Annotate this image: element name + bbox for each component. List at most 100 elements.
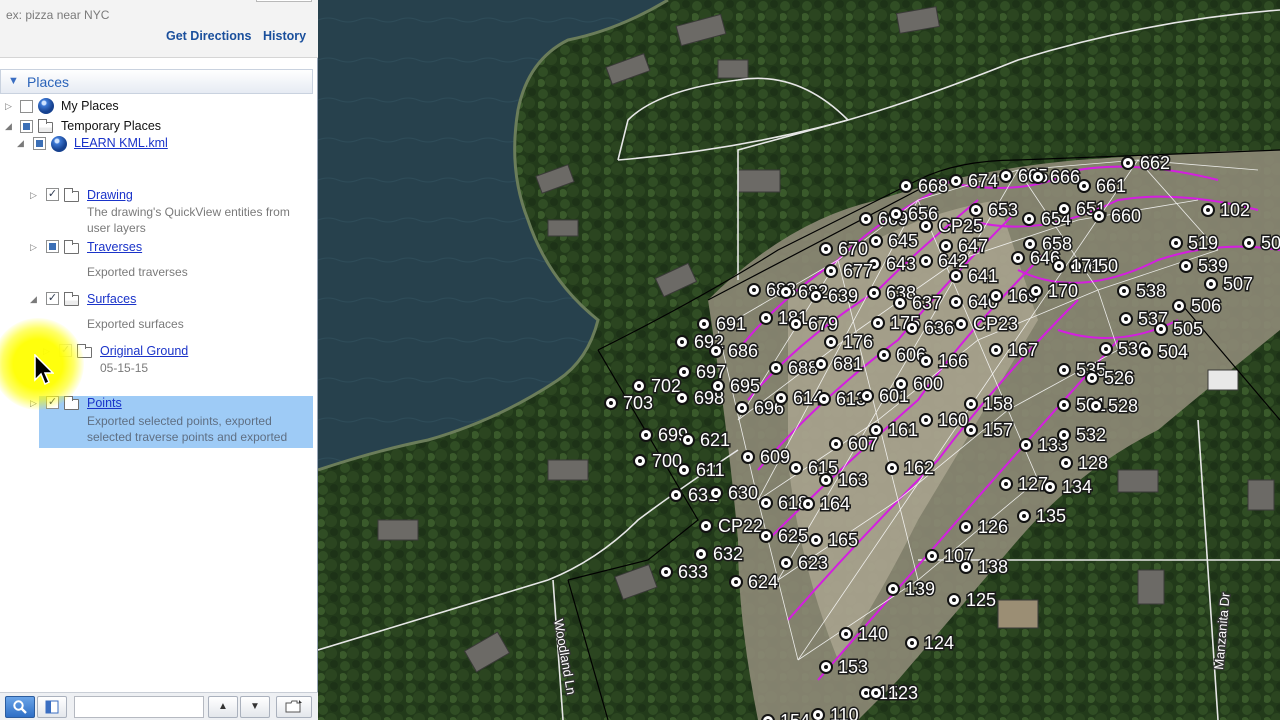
tree-item-label[interactable]: LEARN KML.kml [74, 136, 168, 150]
survey-point-dot [954, 300, 958, 304]
places-header[interactable]: ▼ Places [0, 69, 313, 94]
collapse-arrow-icon[interactable]: ◢ [17, 138, 24, 149]
survey-point-dot [794, 322, 798, 326]
survey-point-label: 166 [938, 351, 968, 371]
survey-point-dot [874, 691, 878, 695]
survey-point-dot [1064, 461, 1068, 465]
survey-point-dot [829, 340, 833, 344]
survey-point-dot [1082, 184, 1086, 188]
survey-point-dot [1062, 368, 1066, 372]
expand-arrow-icon[interactable]: ▷ [30, 398, 37, 409]
collapse-arrow-icon[interactable]: ▼ [8, 75, 19, 87]
tree-item-label[interactable]: Original Ground [100, 344, 188, 358]
tree-item-points[interactable]: ▷ ✓ Points [0, 395, 313, 413]
checkbox[interactable]: ✓ [59, 344, 72, 357]
checkbox[interactable]: ✓ [46, 188, 59, 201]
survey-point-dot [1122, 289, 1126, 293]
survey-point-label: 102 [1220, 200, 1250, 220]
expand-arrow-icon[interactable]: ▷ [30, 190, 37, 201]
tree-item-my-places[interactable]: ▷ My Places [0, 98, 313, 116]
survey-point-dot [680, 340, 684, 344]
tree-item-description: Exported traverses [87, 265, 188, 279]
survey-point-label: 126 [978, 517, 1008, 537]
checkbox[interactable]: ✓ [46, 396, 59, 409]
history-link[interactable]: History [263, 29, 306, 43]
survey-point-dot [898, 301, 902, 305]
survey-point-dot [864, 217, 868, 221]
survey-point-dot [959, 322, 963, 326]
move-down-button[interactable]: ▼ [240, 696, 270, 718]
survey-point-dot [1174, 241, 1178, 245]
get-directions-link[interactable]: Get Directions [166, 29, 251, 43]
survey-point-label: 162 [904, 458, 934, 478]
tree-item-label[interactable]: Surfaces [87, 292, 136, 306]
survey-point-dot [1027, 217, 1031, 221]
tree-item-traverses[interactable]: ▷ Traverses [0, 239, 313, 257]
search-hint[interactable]: ex: pizza near NYC [6, 8, 109, 22]
mouse-cursor-icon [34, 354, 54, 386]
checkbox[interactable] [33, 137, 46, 150]
survey-point-dot [1097, 214, 1101, 218]
collapse-arrow-icon[interactable]: ◢ [30, 294, 37, 305]
expand-arrow-icon[interactable]: ▷ [30, 242, 37, 253]
search-mode-button[interactable] [5, 696, 35, 718]
checkbox[interactable]: ✓ [46, 292, 59, 305]
tree-item-label[interactable]: Traverses [87, 240, 142, 254]
survey-point-label: 697 [696, 362, 726, 382]
expand-arrow-icon[interactable]: ▷ [5, 101, 12, 112]
survey-point-dot [964, 565, 968, 569]
checkbox[interactable] [20, 120, 33, 133]
survey-point-dot [1022, 514, 1026, 518]
survey-point-dot [1090, 376, 1094, 380]
survey-point-label: 643 [886, 254, 916, 274]
bottom-search-input[interactable] [74, 696, 204, 718]
checkbox[interactable] [46, 240, 59, 253]
survey-point-label: 636 [924, 318, 954, 338]
survey-point-label: 532 [1076, 425, 1106, 445]
survey-point-dot [702, 322, 706, 326]
survey-point-dot [891, 587, 895, 591]
satellite-map[interactable]: Woodland Ln Manzanita Dr 662 674 668 666… [318, 0, 1280, 720]
survey-point-dot [844, 632, 848, 636]
survey-point-label: 528 [1108, 396, 1138, 416]
tree-item-learn-kml[interactable]: ◢ LEARN KML.kml [0, 135, 313, 153]
survey-point-label: 539 [1198, 256, 1228, 276]
survey-point-label: 123 [888, 683, 918, 703]
survey-point-label: 135 [1036, 506, 1066, 526]
survey-point-dot [1057, 264, 1061, 268]
map-canvas[interactable]: Woodland Ln Manzanita Dr 662674668 666 6… [318, 0, 1280, 720]
sidebar-panel: ex: pizza near NYC Get Directions Histor… [0, 0, 318, 720]
survey-point-dot [816, 713, 820, 717]
survey-point-label: 139 [905, 579, 935, 599]
survey-point-dot [924, 224, 928, 228]
survey-point-dot [876, 321, 880, 325]
toggle-panel-button[interactable] [37, 696, 67, 718]
open-folder-icon [38, 119, 53, 133]
tree-item-label[interactable]: Drawing [87, 188, 133, 202]
survey-point-label: 666 [1050, 167, 1080, 187]
survey-point-label: CP23 [973, 314, 1018, 334]
move-up-button[interactable]: ▲ [208, 696, 238, 718]
checkbox[interactable] [20, 100, 33, 113]
survey-point-dot [764, 316, 768, 320]
tree-item-label[interactable]: Points [87, 396, 122, 410]
survey-point-dot [637, 384, 641, 388]
survey-point-label: 624 [748, 572, 778, 592]
tree-item-drawing[interactable]: ▷ ✓ Drawing [0, 187, 313, 205]
search-button-edge[interactable] [256, 0, 312, 2]
survey-point-label: 140 [858, 624, 888, 644]
survey-point-dot [1209, 282, 1213, 286]
survey-point-dot [824, 665, 828, 669]
survey-point-dot [1124, 317, 1128, 321]
folder-icon [285, 700, 302, 713]
survey-point-label: 625 [778, 526, 808, 546]
collapse-arrow-icon[interactable]: ◢ [5, 121, 12, 132]
add-folder-button[interactable] [276, 696, 312, 718]
survey-point-dot [954, 179, 958, 183]
survey-point-dot [609, 401, 613, 405]
survey-point-dot [734, 580, 738, 584]
survey-point-dot [994, 348, 998, 352]
panel-icon [45, 700, 59, 714]
tree-item-temporary-places[interactable]: ◢ Temporary Places [0, 118, 313, 136]
tree-item-surfaces[interactable]: ◢ ✓ Surfaces [0, 291, 313, 309]
